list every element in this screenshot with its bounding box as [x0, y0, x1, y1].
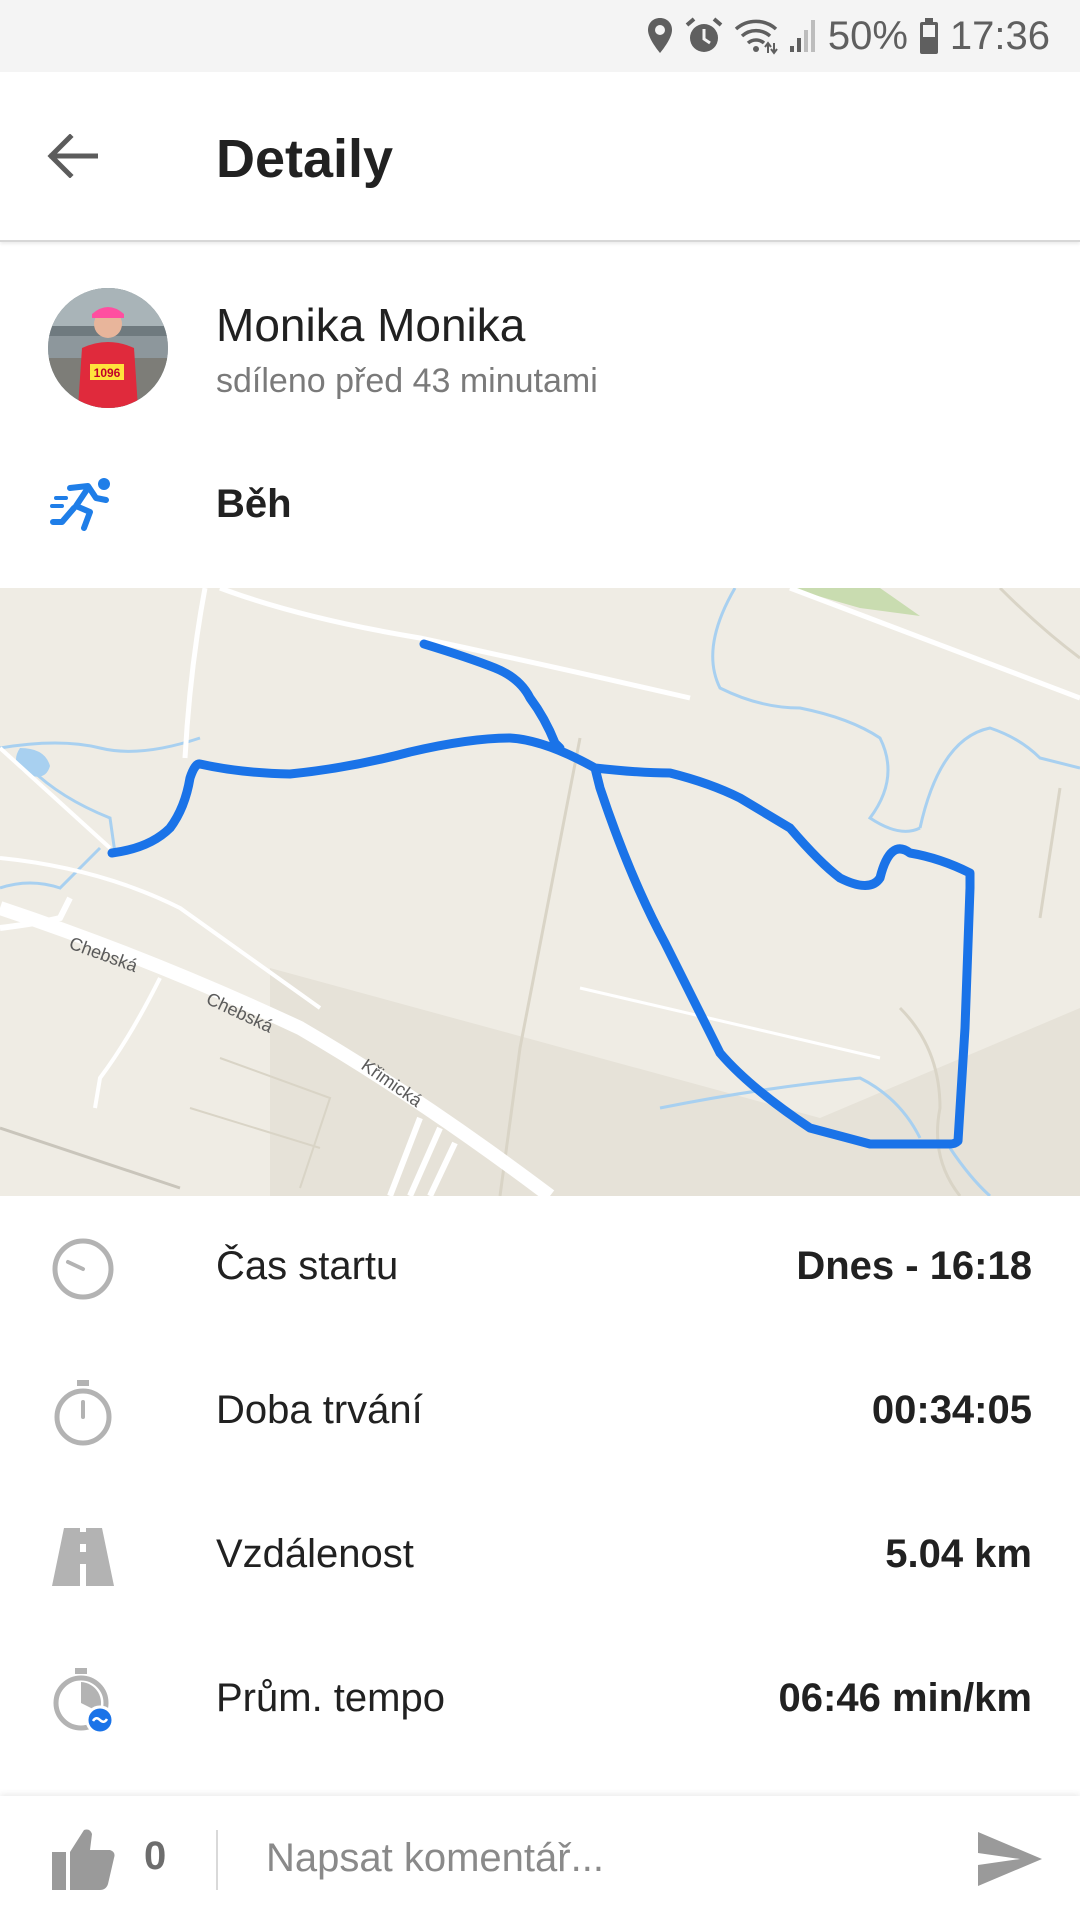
stat-start-time: Čas startu Dnes - 16:18	[0, 1196, 1080, 1340]
thumbs-up-icon	[52, 1829, 115, 1890]
like-button[interactable]	[50, 1826, 118, 1892]
stat-label: Prům. tempo	[216, 1676, 445, 1720]
user-header: 1096 Monika Monika sdíleno před 43 minut…	[0, 284, 1080, 414]
clock-time: 17:36	[949, 13, 1050, 58]
battery-icon	[918, 17, 940, 55]
comment-input[interactable]	[266, 1822, 946, 1894]
activity-stats: Čas startu Dnes - 16:18 Doba trvání 00:3…	[0, 1196, 1080, 1772]
like-count: 0	[144, 1834, 167, 1878]
comment-bar: 0	[0, 1796, 1080, 1920]
pace-icon	[53, 1668, 115, 1734]
app-bar: Detaily	[0, 72, 1080, 242]
back-button[interactable]	[36, 120, 108, 192]
running-icon	[50, 478, 110, 531]
battery-percent: 50%	[827, 13, 908, 58]
stat-value: 00:34:05	[871, 1388, 1032, 1432]
stat-value: 5.04 km	[885, 1532, 1032, 1576]
stat-avg-pace: Prům. tempo 06:46 min/km	[0, 1628, 1080, 1772]
stat-distance: Vzdálenost 5.04 km	[0, 1484, 1080, 1628]
shared-time: sdíleno před 43 minutami	[216, 362, 598, 400]
send-icon	[978, 1832, 1042, 1886]
wifi-icon	[734, 17, 778, 55]
signal-icon	[788, 18, 818, 54]
avatar-bib-number: 1096	[94, 366, 121, 380]
stat-value: 06:46 min/km	[778, 1676, 1032, 1720]
arrow-left-icon	[47, 134, 98, 178]
status-bar: 50% 17:36	[0, 0, 1080, 72]
status-icons: 50% 17:36	[646, 0, 1050, 72]
alarm-icon	[684, 16, 724, 56]
stat-label: Vzdálenost	[216, 1532, 414, 1576]
stopwatch-icon	[54, 1380, 112, 1446]
activity-label: Běh	[216, 482, 292, 526]
page-title: Detaily	[216, 129, 394, 189]
divider	[216, 1830, 218, 1890]
avatar[interactable]: 1096	[48, 288, 168, 408]
route-map[interactable]: Chebská Chebská Křimická	[0, 588, 1080, 1196]
user-name[interactable]: Monika Monika	[216, 298, 525, 352]
road-icon	[52, 1528, 114, 1586]
stat-label: Čas startu	[216, 1244, 399, 1288]
stat-duration: Doba trvání 00:34:05	[0, 1340, 1080, 1484]
send-button[interactable]	[976, 1826, 1044, 1892]
stat-label: Doba trvání	[216, 1388, 423, 1432]
location-icon	[646, 17, 674, 55]
clock-icon	[52, 1238, 114, 1300]
stat-value: Dnes - 16:18	[796, 1244, 1032, 1288]
activity-type: Běh	[0, 466, 1080, 546]
